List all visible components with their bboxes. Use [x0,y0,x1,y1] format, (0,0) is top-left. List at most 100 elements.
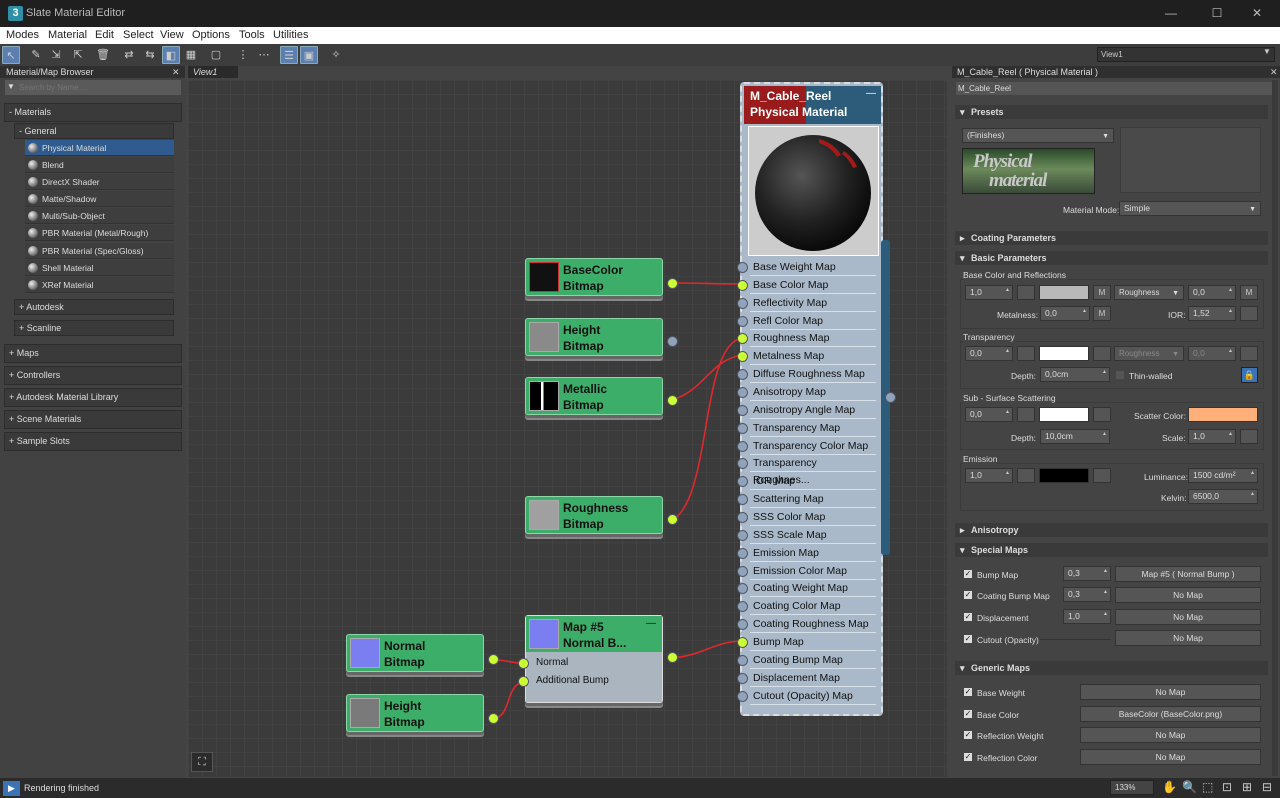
browser-item-physical-material[interactable]: Physical Material [25,140,174,156]
emission-color-swatch[interactable] [1039,468,1089,483]
finishes-dropdown[interactable]: (Finishes) [962,128,1114,143]
section-scanline[interactable]: + Scanline [14,320,174,336]
node-normal-bitmap[interactable]: Normal Bitmap [346,634,484,672]
displacement-map-button[interactable]: No Map [1115,609,1261,625]
material-slot-socket[interactable] [737,512,748,524]
sss-color-map-button[interactable] [1093,407,1111,422]
bump-map-button[interactable]: Map #5 ( Normal Bump ) [1115,566,1261,582]
material-slot-socket[interactable] [737,297,748,309]
transparency-spinner[interactable]: 0,0 [965,346,1013,361]
base-weight-spinner[interactable]: 1,0 [965,285,1013,300]
browser-item-matte-shadow[interactable]: Matte/Shadow [25,191,174,207]
sss-color-swatch[interactable] [1039,407,1089,422]
select-tool-icon[interactable]: ↖ [2,46,20,64]
close-button[interactable]: ✕ [1234,0,1280,27]
material-slot-socket[interactable] [737,422,748,434]
scale-map-button[interactable] [1240,429,1258,444]
hide-unused-icon[interactable]: ⇆ [141,46,159,64]
depth-spinner[interactable]: 0,0cm [1040,367,1110,382]
browser-item-pbr-metal-rough[interactable]: PBR Material (Metal/Rough) [25,225,174,241]
material-slot-socket[interactable] [737,262,748,273]
reflection-color-map-checkbox[interactable]: ✓ [964,753,972,761]
scatter-color-swatch[interactable] [1188,407,1258,422]
delete-icon[interactable]: 🗑 [94,46,112,64]
view-select-chevron-icon[interactable]: ▼ [1263,47,1271,56]
zoom-selected-icon[interactable]: ⊞ [1242,780,1252,794]
section-sample-slots[interactable]: + Sample Slots [4,432,182,451]
bump-map-checkbox[interactable]: ✓ [964,570,972,578]
background-icon[interactable]: ▢ [207,46,225,64]
show-map-icon[interactable]: ▦ [182,46,200,64]
layout-horizontal-icon[interactable]: ⋯ [255,46,273,64]
roughness-spinner[interactable]: 0,0 [1188,285,1236,300]
ior-spinner[interactable]: 1,52 [1188,306,1236,321]
transparency-roughness-spinner[interactable]: 0,0 [1188,346,1236,361]
reflection-weight-generic-map-button[interactable]: No Map [1080,727,1261,743]
layout-vertical-icon[interactable]: ⋮ [234,46,252,64]
browser-item-shell-material[interactable]: Shell Material [25,260,174,276]
material-slot-socket[interactable] [737,654,748,666]
browser-item-directx-shader[interactable]: DirectX Shader [25,174,174,190]
rollout-anisotropy[interactable]: ▸ Anisotropy [955,523,1268,537]
base-color-map-checkbox[interactable]: ✓ [964,710,972,718]
rollout-basic-parameters[interactable]: ▾ Basic Parameters [955,251,1268,265]
material-slot-socket[interactable] [737,404,748,416]
node-height-bitmap[interactable]: Height Bitmap [525,318,663,356]
sss-depth-spinner[interactable]: 10,0cm [1040,429,1110,444]
pick-material-icon[interactable]: ✎ [27,46,45,64]
assign-material-icon[interactable]: ⇱ [69,46,87,64]
kelvin-spinner[interactable]: 6500,0 [1188,489,1258,504]
normal-output-socket[interactable] [488,654,499,665]
section-scene-materials[interactable]: + Scene Materials [4,410,182,429]
base-color-generic-map-button[interactable]: BaseColor (BaseColor.png) [1080,706,1261,722]
section-maps[interactable]: + Maps [4,344,182,363]
browser-item-xref-material[interactable]: XRef Material [25,277,174,293]
material-map-browser-icon[interactable]: ▣ [300,46,318,64]
browser-close-icon[interactable]: ✕ [172,67,180,78]
menu-material[interactable]: Material [48,29,87,41]
coating-bump-spinner[interactable]: 0,3 [1063,587,1111,602]
roughness-output-socket[interactable] [667,514,678,525]
browser-item-pbr-spec-gloss[interactable]: PBR Material (Spec/Gloss) [25,243,174,259]
minimize-button[interactable]: — [1148,0,1194,27]
zoom-level-dropdown[interactable]: 133% [1110,780,1154,795]
emission-color-map-button[interactable] [1093,468,1111,483]
normal-bump-output-socket[interactable] [667,652,678,663]
normal-input-socket[interactable] [518,658,529,669]
zoom-all-icon[interactable]: ⊟ [1262,780,1272,794]
section-autodesk-material-library[interactable]: + Autodesk Material Library [4,388,182,407]
parameter-scrollbar[interactable] [1272,80,1278,776]
navigator-icon[interactable]: ⛶ [191,752,213,772]
thin-walled-checkbox[interactable] [1116,371,1124,379]
material-slot-socket[interactable] [737,440,748,452]
node-metallic-bitmap[interactable]: Metallic Bitmap [525,377,663,415]
transparency-color-swatch[interactable] [1039,346,1089,361]
section-autodesk[interactable]: + Autodesk [14,299,174,315]
displacement-checkbox[interactable]: ✓ [964,613,972,621]
select-by-material-icon[interactable]: ✧ [327,46,345,64]
sss-weight-spinner[interactable]: 0,0 [965,407,1013,422]
transparency-color-map-button[interactable] [1093,346,1111,361]
cutout-checkbox[interactable]: ✓ [964,635,972,643]
bump-amount-spinner[interactable]: 0,3 [1063,566,1111,581]
tab-view1[interactable]: View1 [188,66,238,78]
lock-icon[interactable]: 🔒 [1241,367,1258,383]
transparency-map-button[interactable] [1017,346,1035,361]
scale-spinner[interactable]: 1,0 [1188,429,1236,444]
zoom-region-icon[interactable]: ⬚ [1202,780,1213,794]
material-slot-socket[interactable] [737,279,748,291]
sss-weight-map-button[interactable] [1017,407,1035,422]
additional-bump-input-socket[interactable] [518,676,529,687]
base-weight-generic-map-button[interactable]: No Map [1080,684,1261,700]
parameter-editor-close-icon[interactable]: ✕ [1270,67,1278,78]
metallic-output-socket[interactable] [667,395,678,406]
zoom-extents-icon[interactable]: ⊡ [1222,780,1232,794]
material-slot-socket[interactable] [737,387,748,399]
ior-map-button[interactable] [1240,306,1258,321]
browser-item-multi-sub-object[interactable]: Multi/Sub-Object [25,208,174,224]
view-select[interactable]: View1 [1097,47,1275,62]
rollout-presets[interactable]: ▾ Presets [955,105,1268,119]
emission-weight-map-button[interactable] [1017,468,1035,483]
move-children-icon[interactable]: ⇄ [120,46,138,64]
base-weight-map-button[interactable] [1017,285,1035,300]
